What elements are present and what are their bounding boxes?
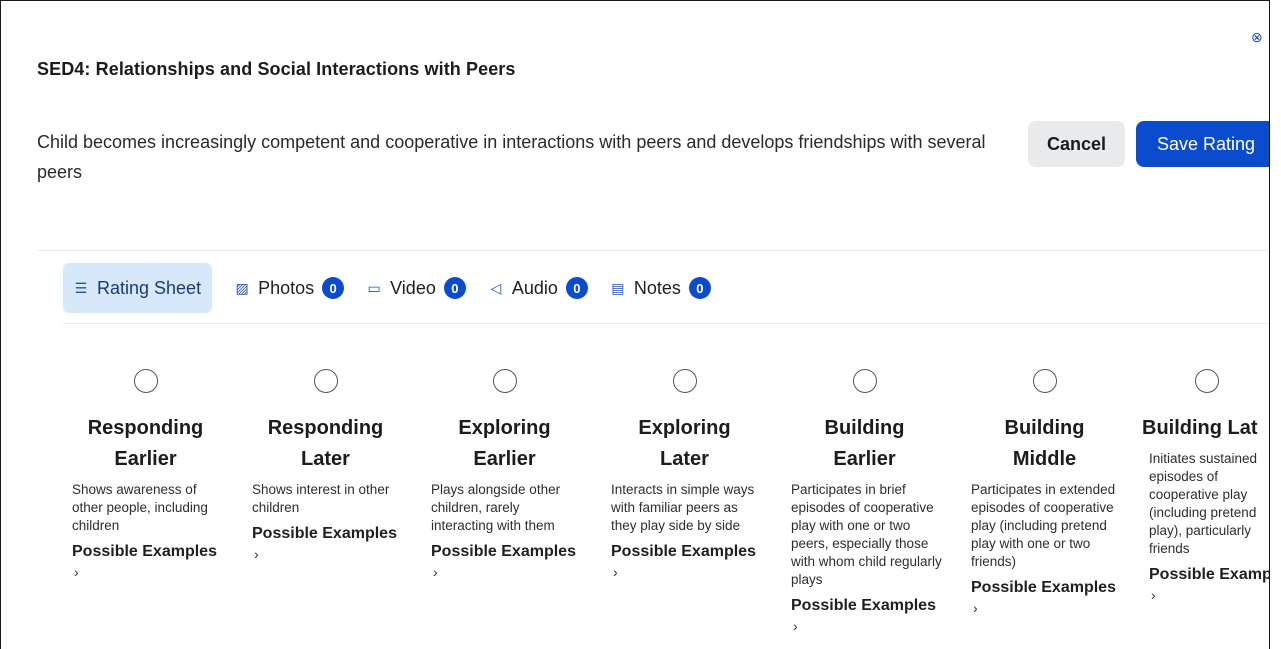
level-name: Building Earlier <box>824 417 905 470</box>
chevron-right-icon[interactable]: › <box>243 546 408 562</box>
speaker-icon: ◁ <box>490 280 502 296</box>
possible-examples-toggle[interactable]: Possible Examples <box>602 543 767 561</box>
level-responding-earlier: Responding Earlier Shows awareness of oth… <box>63 365 228 580</box>
list-icon: ☰ <box>74 280 88 296</box>
modal-description: Child becomes increasingly competent and… <box>37 132 986 182</box>
level-radio[interactable] <box>133 369 158 393</box>
level-name: Building Middle <box>1004 417 1085 470</box>
rating-levels: Responding Earlier Shows awareness of oth… <box>63 365 1269 649</box>
divider <box>63 323 1269 324</box>
tab-audio[interactable]: ◁ Audio 0 <box>488 263 588 313</box>
level-building-later: Building Lat Initiates sustained episode… <box>1142 365 1269 603</box>
level-name: Exploring Later <box>638 417 731 470</box>
level-building-middle: Building Middle Participates in extended … <box>962 365 1127 616</box>
modal-title: SED4: Relationships and Social Interacti… <box>37 59 516 79</box>
tab-label: Rating Sheet <box>97 277 202 298</box>
video-icon: ▭ <box>367 280 381 296</box>
tab-label: Audio <box>511 277 558 298</box>
possible-examples-toggle[interactable]: Possible Examp <box>1142 566 1269 584</box>
tab-label: Video <box>390 277 436 298</box>
tab-notes[interactable]: ▤ Notes 0 <box>610 263 711 313</box>
tab-bar: ☰ Rating Sheet ▨ Photos 0 ▭ Video 0 ◁ Au… <box>63 263 711 313</box>
level-name: Responding Later <box>267 417 384 470</box>
level-description: Shows awareness of other people, includi… <box>72 482 208 533</box>
cancel-button[interactable]: Cancel <box>1028 121 1125 167</box>
level-radio[interactable] <box>852 369 877 393</box>
level-description: Plays alongside other children, rarely i… <box>431 482 561 533</box>
level-radio[interactable] <box>492 369 517 393</box>
level-description: Participates in brief episodes of cooper… <box>791 482 942 587</box>
level-radio[interactable] <box>1195 369 1219 393</box>
level-responding-later: Responding Later Shows interest in other … <box>243 365 408 562</box>
level-name: Building Lat <box>1142 417 1258 439</box>
tab-rating-sheet[interactable]: ☰ Rating Sheet <box>63 263 213 313</box>
video-count-badge: 0 <box>443 277 466 299</box>
notes-icon: ▤ <box>611 280 625 296</box>
possible-examples-toggle[interactable]: Possible Examples <box>63 543 228 561</box>
photos-count-badge: 0 <box>322 277 345 299</box>
level-name: Exploring Earlier <box>458 417 551 470</box>
level-description: Participates in extended episodes of coo… <box>971 482 1116 569</box>
tab-photos[interactable]: ▨ Photos 0 <box>234 263 345 313</box>
possible-examples-toggle[interactable]: Possible Examples <box>243 525 408 543</box>
notes-count-badge: 0 <box>688 277 711 299</box>
save-rating-button[interactable]: Save Rating <box>1136 121 1269 167</box>
level-description: Initiates sustained episodes of cooperat… <box>1149 451 1258 556</box>
chevron-right-icon[interactable]: › <box>1142 587 1269 603</box>
level-description: Shows interest in other children <box>252 482 390 515</box>
chevron-right-icon[interactable]: › <box>962 600 1127 616</box>
chevron-right-icon[interactable]: › <box>63 564 228 580</box>
photo-icon: ▨ <box>235 280 249 296</box>
level-description: Interacts in simple ways with familiar p… <box>611 482 755 533</box>
possible-examples-toggle[interactable]: Possible Examples <box>962 579 1127 597</box>
rating-modal: ⊗ SED4: Relationships and Social Interac… <box>0 0 1270 649</box>
possible-examples-toggle[interactable]: Possible Examples <box>422 543 587 561</box>
level-radio[interactable] <box>313 369 338 393</box>
tab-label: Photos <box>258 277 315 298</box>
level-exploring-later: Exploring Later Interacts in simple ways … <box>602 365 767 580</box>
level-name: Responding Earlier <box>87 417 204 470</box>
chevron-right-icon[interactable]: › <box>782 618 947 634</box>
audio-count-badge: 0 <box>565 277 588 299</box>
level-building-earlier: Building Earlier Participates in brief ep… <box>782 365 947 634</box>
level-exploring-earlier: Exploring Earlier Plays alongside other c… <box>422 365 587 580</box>
level-radio[interactable] <box>1032 369 1057 393</box>
tab-video[interactable]: ▭ Video 0 <box>366 263 466 313</box>
level-radio[interactable] <box>672 369 697 393</box>
close-icon[interactable]: ⊗ <box>1251 29 1267 45</box>
chevron-right-icon[interactable]: › <box>422 564 587 580</box>
possible-examples-toggle[interactable]: Possible Examples <box>782 597 947 615</box>
tab-label: Notes <box>633 277 681 298</box>
divider <box>37 250 1269 251</box>
chevron-right-icon[interactable]: › <box>602 564 767 580</box>
